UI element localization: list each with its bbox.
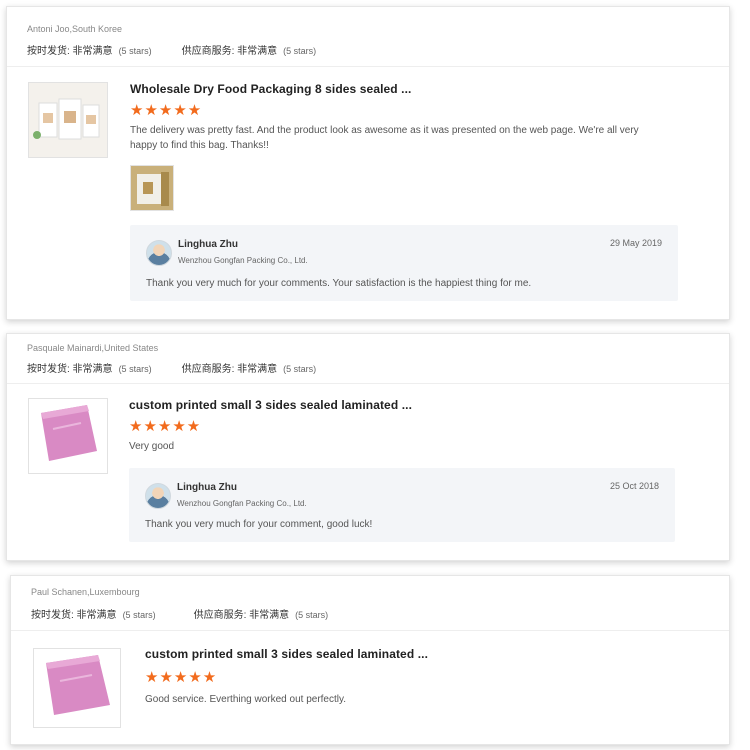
reply-company: Wenzhou Gongfan Packing Co., Ltd. [177, 499, 307, 508]
review-photo[interactable] [130, 165, 174, 211]
review-card: Paul Schanen,Luxembourg 按时发货: 非常满意 (5 sta… [10, 575, 730, 745]
shipping-rating-label: 按时发货: 非常满意 [27, 46, 113, 57]
review-comment: Good service. Everthing worked out perfe… [145, 694, 347, 705]
rating-summary: 按时发货: 非常满意 (5 stars) 供应商服务: 非常满意 (5 stars) [27, 360, 316, 375]
rating-summary: 按时发货: 非常满意 (5 stars) 供应商服务: 非常满意 (5 stars) [31, 606, 328, 621]
reviewer-name: Pasquale Mainardi,United States [27, 343, 159, 353]
food-bag-image [29, 83, 107, 157]
service-rating-label: 供应商服务: 非常满意 [181, 364, 278, 375]
reply-text: Thank you very much for your comment, go… [145, 519, 373, 530]
review-header: Paul Schanen,Luxembourg 按时发货: 非常满意 (5 sta… [11, 576, 729, 631]
review-header: Antoni Joo,South Koree 按时发货: 非常满意 (5 star… [7, 7, 729, 67]
reviewer-name: Paul Schanen,Luxembourg [31, 587, 140, 597]
rating-summary: 按时发货: 非常满意 (5 stars) 供应商服务: 非常满意 (5 stars) [27, 42, 316, 57]
review-comment: The delivery was pretty fast. And the pr… [130, 125, 639, 151]
product-thumbnail[interactable] [28, 398, 108, 474]
seller-reply: Linghua Zhu Wenzhou Gongfan Packing Co.,… [130, 225, 678, 301]
product-title[interactable]: custom printed small 3 sides sealed lami… [145, 647, 428, 661]
avatar [145, 483, 171, 509]
reply-company: Wenzhou Gongfan Packing Co., Ltd. [178, 256, 308, 265]
rating-stars: ★★★★★ [145, 669, 218, 686]
rating-stars: ★★★★★ [130, 102, 203, 119]
pink-bag-image [29, 399, 107, 473]
reply-text: Thank you very much for your comments. Y… [146, 278, 532, 289]
product-title[interactable]: Wholesale Dry Food Packaging 8 sides sea… [130, 82, 411, 96]
service-rating-stars: (5 stars) [295, 610, 329, 620]
shipping-rating-stars: (5 stars) [118, 364, 152, 374]
shipping-rating-label: 按时发货: 非常满意 [27, 364, 113, 375]
review-card: Antoni Joo,South Koree 按时发货: 非常满意 (5 star… [6, 6, 730, 320]
product-title[interactable]: custom printed small 3 sides sealed lami… [129, 398, 412, 412]
service-rating-label: 供应商服务: 非常满意 [193, 610, 290, 621]
product-thumbnail[interactable] [28, 82, 108, 158]
shipping-rating-label: 按时发货: 非常满意 [31, 610, 117, 621]
review-card: Pasquale Mainardi,United States 按时发货: 非常… [6, 333, 730, 561]
service-rating-label: 供应商服务: 非常满意 [181, 46, 278, 57]
review-photo-image [131, 166, 173, 210]
reply-date: 25 Oct 2018 [609, 481, 659, 491]
shipping-rating-stars: (5 stars) [118, 46, 152, 56]
reply-author-name: Linghua Zhu [178, 239, 238, 250]
reviewer-name: Antoni Joo,South Koree [27, 24, 123, 34]
reply-date: 29 May 2019 [609, 238, 662, 248]
product-thumbnail[interactable] [33, 648, 121, 728]
shipping-rating-stars: (5 stars) [122, 610, 156, 620]
rating-stars: ★★★★★ [129, 418, 202, 435]
service-rating-stars: (5 stars) [283, 46, 317, 56]
review-comment: Very good [129, 441, 175, 452]
seller-reply: Linghua Zhu Wenzhou Gongfan Packing Co.,… [129, 468, 675, 542]
review-header: Pasquale Mainardi,United States 按时发货: 非常… [7, 334, 729, 384]
service-rating-stars: (5 stars) [283, 364, 317, 374]
pink-bag-image [34, 649, 120, 727]
reply-author-name: Linghua Zhu [177, 482, 237, 493]
avatar [146, 240, 172, 266]
